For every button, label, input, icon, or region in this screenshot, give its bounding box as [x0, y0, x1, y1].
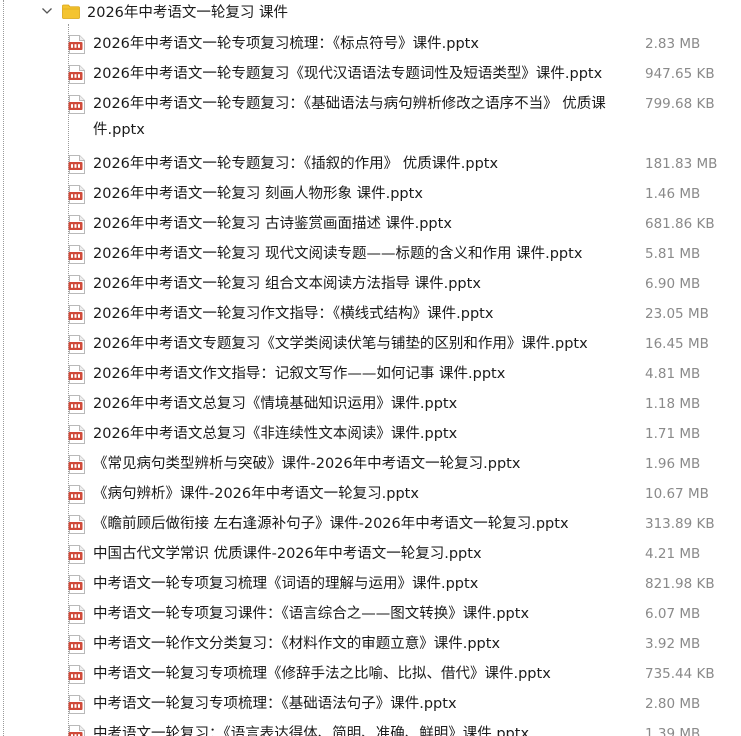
- file-row[interactable]: 中考语文一轮复习专项梳理：《基础语法句子》课件.pptx 2.80 MB: [0, 690, 741, 718]
- file-size: 947.65 KB: [645, 66, 715, 82]
- file-size: 4.81 MB: [645, 366, 701, 382]
- file-size: 5.81 MB: [645, 246, 701, 262]
- file-name: 《常见病句类型辨析与突破》课件-2026年中考语文一轮复习.pptx: [93, 456, 521, 472]
- file-row[interactable]: 2026年中考语文一轮复习 古诗鉴赏画面描述 课件.pptx 681.86 KB: [0, 210, 741, 238]
- powerpoint-file-icon: [68, 65, 85, 84]
- powerpoint-file-icon: [68, 275, 85, 294]
- powerpoint-file-icon: [68, 35, 85, 54]
- file-row[interactable]: 中考语文一轮作文分类复习：《材料作文的审题立意》课件.pptx 3.92 MB: [0, 630, 741, 658]
- file-name: 中考语文一轮复习：《语言表达得体、简明、准确、鲜明》课件.pptx: [93, 726, 530, 736]
- file-name: 2026年中考语文一轮复习 刻画人物形象 课件.pptx: [93, 186, 423, 202]
- file-name: 中考语文一轮复习专项梳理：《基础语法句子》课件.pptx: [93, 696, 457, 712]
- file-size: 1.71 MB: [645, 426, 701, 442]
- file-row[interactable]: 2026年中考语文一轮复习 组合文本阅读方法指导 课件.pptx 6.90 MB: [0, 270, 741, 298]
- folder-icon: [62, 4, 80, 19]
- file-name: 中考语文一轮作文分类复习：《材料作文的审题立意》课件.pptx: [93, 636, 501, 652]
- powerpoint-file-icon: [68, 155, 85, 174]
- file-name: 《瞻前顾后做衔接 左右逢源补句子》课件-2026年中考语文一轮复习.pptx: [93, 516, 569, 532]
- powerpoint-file-icon: [68, 485, 85, 504]
- file-row[interactable]: 2026年中考语文一轮专题复习：《基础语法与病句辨析修改之语序不当》 优质课件.…: [0, 90, 741, 146]
- file-row[interactable]: 《病句辨析》课件-2026年中考语文一轮复习.pptx 10.67 MB: [0, 480, 741, 508]
- file-size: 3.92 MB: [645, 636, 701, 652]
- file-name: 中国古代文学常识 优质课件-2026年中考语文一轮复习.pptx: [93, 546, 482, 562]
- file-size: 4.21 MB: [645, 546, 701, 562]
- powerpoint-file-icon: [68, 215, 85, 234]
- powerpoint-file-icon: [68, 185, 85, 204]
- powerpoint-file-icon: [68, 695, 85, 714]
- file-row[interactable]: 中考语文一轮复习：《语言表达得体、简明、准确、鲜明》课件.pptx 1.39 MB: [0, 720, 741, 736]
- file-name: 中考语文一轮专项复习课件：《语言综合之——图文转换》课件.pptx: [93, 606, 530, 622]
- file-row[interactable]: 2026年中考语文专题复习《文学类阅读伏笔与铺垫的区别和作用》课件.pptx 16…: [0, 330, 741, 358]
- powerpoint-file-icon: [68, 95, 85, 114]
- file-name: 2026年中考语文一轮复习作文指导：《横线式结构》课件.pptx: [93, 306, 494, 322]
- powerpoint-file-icon: [68, 545, 85, 564]
- powerpoint-file-icon: [68, 425, 85, 444]
- file-tree: 2026年中考语文一轮复习 课件 2026年中考语文一轮专项复习梳理：《标点符号…: [0, 0, 741, 736]
- file-name: 2026年中考语文一轮专项复习梳理：《标点符号》课件.pptx: [93, 36, 479, 52]
- file-row[interactable]: 2026年中考语文总复习《非连续性文本阅读》课件.pptx 1.71 MB: [0, 420, 741, 448]
- file-size: 799.68 KB: [645, 96, 715, 112]
- file-name: 2026年中考语文一轮专题复习《现代汉语语法专题词性及短语类型》课件.pptx: [93, 66, 603, 82]
- file-size: 2.83 MB: [645, 36, 701, 52]
- file-name: 2026年中考语文一轮复习 现代文阅读专题——标题的含义和作用 课件.pptx: [93, 246, 583, 262]
- file-row[interactable]: 2026年中考语文一轮复习 现代文阅读专题——标题的含义和作用 课件.pptx 5…: [0, 240, 741, 268]
- folder-row[interactable]: 2026年中考语文一轮复习 课件: [0, 0, 741, 26]
- file-row[interactable]: 《常见病句类型辨析与突破》课件-2026年中考语文一轮复习.pptx 1.96 M…: [0, 450, 741, 478]
- file-size: 821.98 KB: [645, 576, 715, 592]
- file-size: 1.39 MB: [645, 726, 701, 736]
- chevron-down-icon[interactable]: [40, 4, 54, 18]
- file-row[interactable]: 2026年中考语文总复习《情境基础知识运用》课件.pptx 1.18 MB: [0, 390, 741, 418]
- file-row[interactable]: 2026年中考语文一轮专项复习梳理：《标点符号》课件.pptx 2.83 MB: [0, 30, 741, 58]
- file-size: 1.18 MB: [645, 396, 701, 412]
- file-row[interactable]: 2026年中考语文一轮复习作文指导：《横线式结构》课件.pptx 23.05 MB: [0, 300, 741, 328]
- file-row[interactable]: 中国古代文学常识 优质课件-2026年中考语文一轮复习.pptx 4.21 MB: [0, 540, 741, 568]
- powerpoint-file-icon: [68, 455, 85, 474]
- file-name: 2026年中考语文作文指导：记叙文写作——如何记事 课件.pptx: [93, 366, 506, 382]
- powerpoint-file-icon: [68, 245, 85, 264]
- powerpoint-file-icon: [68, 395, 85, 414]
- file-name: 2026年中考语文一轮专题复习：《插叙的作用》 优质课件.pptx: [93, 156, 499, 172]
- file-row[interactable]: 2026年中考语文一轮专题复习：《插叙的作用》 优质课件.pptx 181.83 …: [0, 150, 741, 178]
- file-size: 1.46 MB: [645, 186, 701, 202]
- file-size: 6.07 MB: [645, 606, 701, 622]
- powerpoint-file-icon: [68, 725, 85, 736]
- file-row[interactable]: 中考语文一轮专项复习梳理《词语的理解与运用》课件.pptx 821.98 KB: [0, 570, 741, 598]
- file-name: 2026年中考语文总复习《非连续性文本阅读》课件.pptx: [93, 426, 458, 442]
- file-name: 中考语文一轮复习专项梳理《修辞手法之比喻、比拟、借代》课件.pptx: [93, 666, 551, 682]
- file-size: 735.44 KB: [645, 666, 715, 682]
- powerpoint-file-icon: [68, 305, 85, 324]
- powerpoint-file-icon: [68, 575, 85, 594]
- file-size: 1.96 MB: [645, 456, 701, 472]
- file-size: 10.67 MB: [645, 486, 709, 502]
- file-name: 2026年中考语文一轮复习 古诗鉴赏画面描述 课件.pptx: [93, 216, 452, 232]
- file-name: 2026年中考语文总复习《情境基础知识运用》课件.pptx: [93, 396, 458, 412]
- folder-name: 2026年中考语文一轮复习 课件: [87, 5, 289, 21]
- file-row[interactable]: 2026年中考语文一轮复习 刻画人物形象 课件.pptx 1.46 MB: [0, 180, 741, 208]
- file-size: 16.45 MB: [645, 336, 709, 352]
- file-name: 2026年中考语文一轮专题复习：《基础语法与病句辨析修改之语序不当》 优质课件.…: [93, 96, 606, 138]
- file-size: 2.80 MB: [645, 696, 701, 712]
- file-row[interactable]: 2026年中考语文一轮专题复习《现代汉语语法专题词性及短语类型》课件.pptx 9…: [0, 60, 741, 88]
- powerpoint-file-icon: [68, 335, 85, 354]
- file-row[interactable]: 中考语文一轮复习专项梳理《修辞手法之比喻、比拟、借代》课件.pptx 735.44…: [0, 660, 741, 688]
- powerpoint-file-icon: [68, 665, 85, 684]
- file-size: 23.05 MB: [645, 306, 709, 322]
- file-row[interactable]: 《瞻前顾后做衔接 左右逢源补句子》课件-2026年中考语文一轮复习.pptx 31…: [0, 510, 741, 538]
- file-size: 181.83 MB: [645, 156, 718, 172]
- powerpoint-file-icon: [68, 365, 85, 384]
- powerpoint-file-icon: [68, 515, 85, 534]
- file-name: 《病句辨析》课件-2026年中考语文一轮复习.pptx: [93, 486, 419, 502]
- file-size: 681.86 KB: [645, 216, 715, 232]
- powerpoint-file-icon: [68, 605, 85, 624]
- file-row[interactable]: 中考语文一轮专项复习课件：《语言综合之——图文转换》课件.pptx 6.07 MB: [0, 600, 741, 628]
- file-name: 2026年中考语文一轮复习 组合文本阅读方法指导 课件.pptx: [93, 276, 481, 292]
- file-size: 6.90 MB: [645, 276, 701, 292]
- powerpoint-file-icon: [68, 635, 85, 654]
- file-name: 2026年中考语文专题复习《文学类阅读伏笔与铺垫的区别和作用》课件.pptx: [93, 336, 588, 352]
- file-size: 313.89 KB: [645, 516, 715, 532]
- file-row[interactable]: 2026年中考语文作文指导：记叙文写作——如何记事 课件.pptx 4.81 MB: [0, 360, 741, 388]
- file-name: 中考语文一轮专项复习梳理《词语的理解与运用》课件.pptx: [93, 576, 479, 592]
